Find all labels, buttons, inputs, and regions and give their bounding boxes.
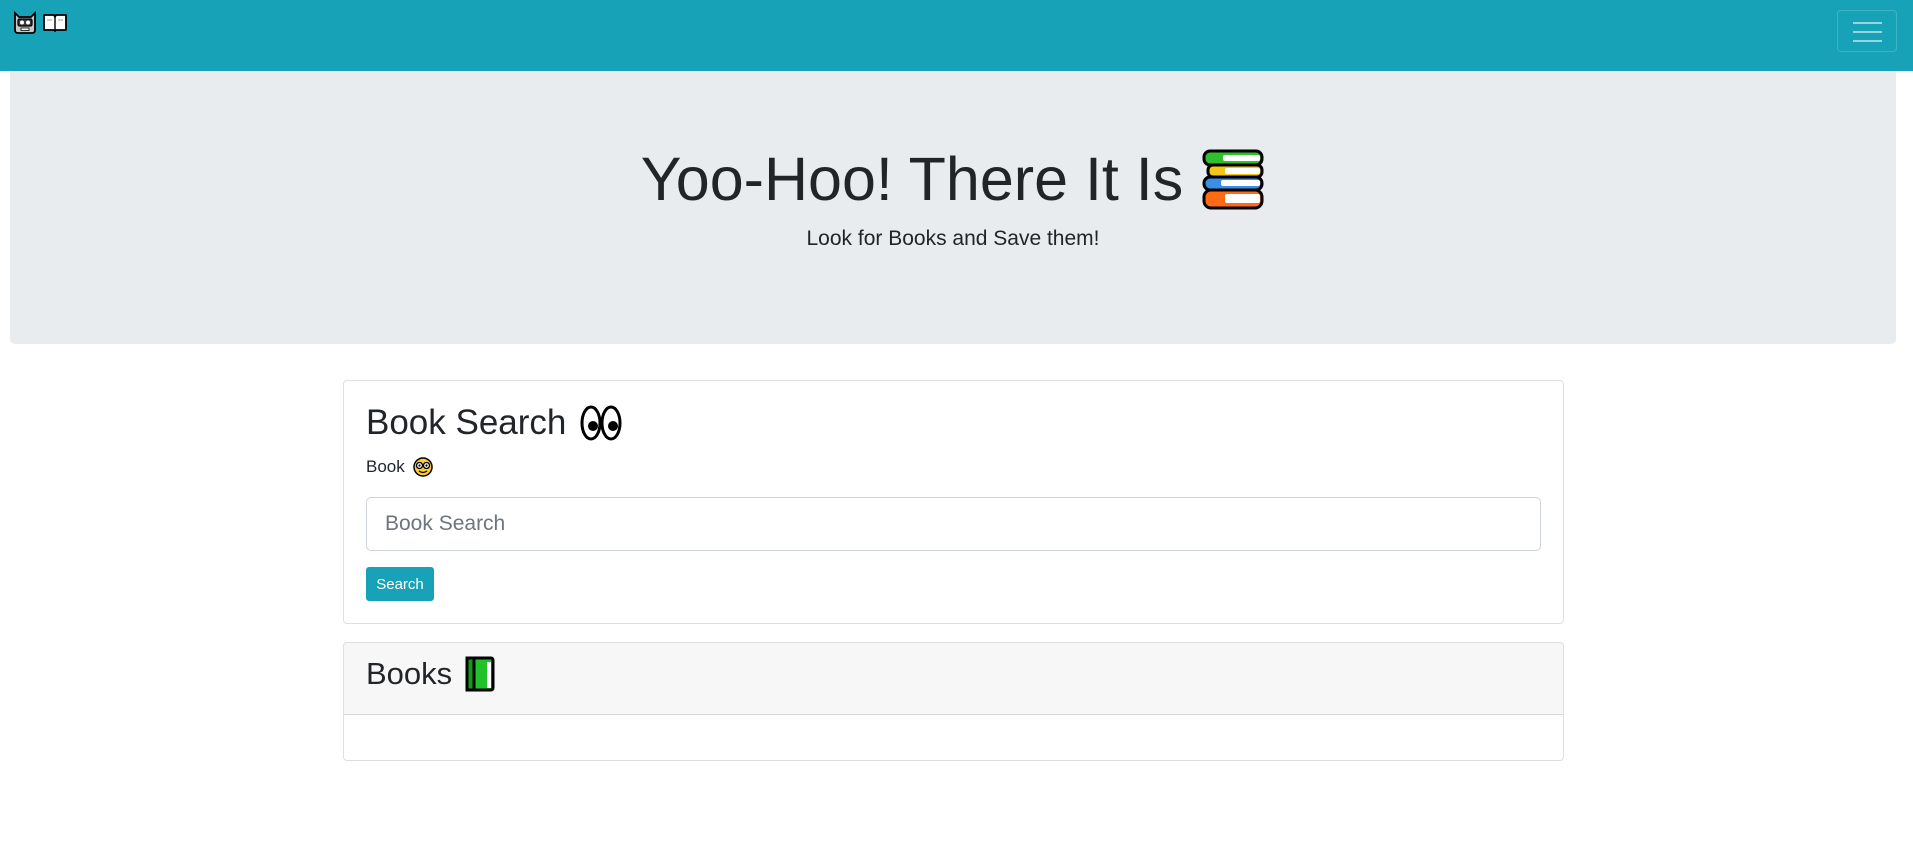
hero-subtitle: Look for Books and Save them! xyxy=(806,227,1100,250)
books-card: Books xyxy=(343,642,1564,761)
book-search-title: Book Search xyxy=(366,403,622,443)
green-book-icon xyxy=(464,656,496,692)
hero-title: Yoo-Hoo! There It Is xyxy=(10,143,1896,216)
navbar-brand[interactable] xyxy=(12,10,68,34)
book-search-title-text: Book Search xyxy=(366,403,567,442)
book-field-label-text: Book xyxy=(366,457,405,476)
nerd-face-icon xyxy=(413,457,433,477)
robot-face-icon xyxy=(12,10,38,34)
stack-of-books-icon xyxy=(1201,149,1265,211)
hamburger-menu-icon xyxy=(1853,22,1882,24)
book-search-card: Book Search Book Search xyxy=(343,380,1564,624)
books-title: Books xyxy=(366,656,496,692)
search-button[interactable]: Search xyxy=(366,567,434,601)
books-card-header: Books xyxy=(344,643,1563,715)
hero-jumbotron: Yoo-Hoo! There It Is Look for Books and … xyxy=(10,71,1896,344)
eyes-icon xyxy=(580,404,622,442)
open-book-icon xyxy=(42,10,68,34)
book-field-label: Book xyxy=(366,457,433,477)
books-title-text: Books xyxy=(366,656,453,691)
top-navbar xyxy=(0,0,1913,71)
book-search-input[interactable] xyxy=(366,497,1541,551)
hero-title-text: Yoo-Hoo! There It Is xyxy=(640,145,1184,213)
navbar-toggler-button[interactable] xyxy=(1837,10,1897,52)
